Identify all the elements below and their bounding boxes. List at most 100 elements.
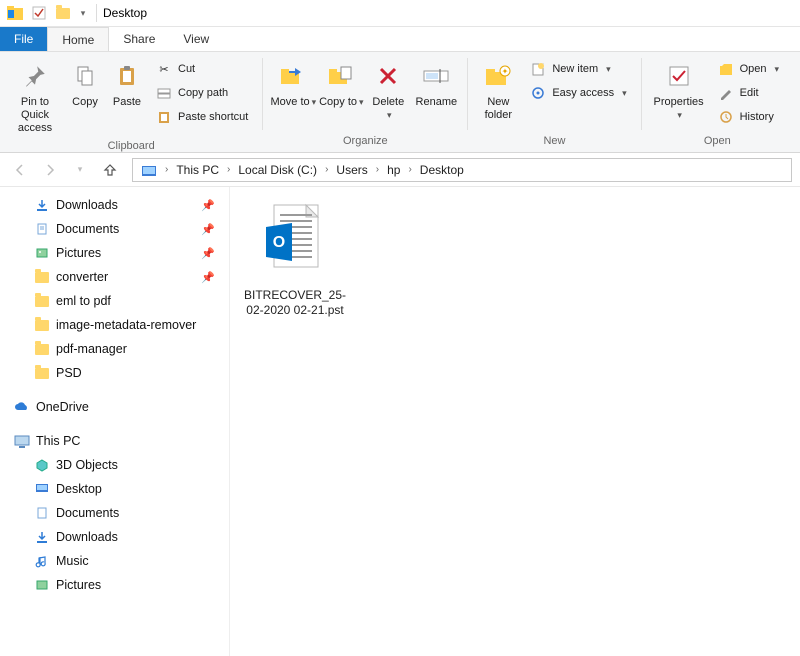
edit-button[interactable]: Edit [714,82,783,104]
onedrive-icon [14,399,30,415]
breadcrumb-segment[interactable]: hp [381,159,406,181]
copy-button[interactable]: Copy [64,56,106,113]
copy-to-button[interactable]: Copy to▾ [317,56,365,113]
new-item-icon [530,61,546,77]
breadcrumb-segment[interactable]: Local Disk (C:) [232,159,323,181]
tree-item-music[interactable]: Music [4,549,229,573]
paste-button[interactable]: Paste [106,56,148,113]
up-button[interactable] [98,158,122,182]
chevron-down-icon: ▾ [387,110,392,120]
tree-item-folder[interactable]: converter📌 [4,265,229,289]
tree-item-folder[interactable]: image-metadata-remover [4,313,229,337]
tree-item-downloads[interactable]: Downloads📌 [4,193,229,217]
open-button[interactable]: Open▾ [714,58,783,80]
chevron-down-icon: ▾ [312,97,317,107]
folder-icon [34,317,50,333]
tree-item-downloads[interactable]: Downloads [4,525,229,549]
chevron-down-icon: ▾ [622,88,627,99]
pin-icon: 📌 [201,199,215,212]
copy-path-button[interactable]: Copy path [152,82,252,104]
qat-new-folder-button[interactable] [52,2,74,24]
ribbon-group-open: Properties▾ Open▾ Edit History Open [642,52,793,152]
copy-icon [69,60,101,92]
tree-item-pictures[interactable]: Pictures [4,573,229,597]
folder-icon [34,365,50,381]
tab-view[interactable]: View [169,27,223,51]
new-folder-icon: ✦ [482,60,514,92]
chevron-right-icon[interactable]: › [225,164,232,175]
ribbon: Pin to Quick access Copy Paste ✂Cut Copy… [0,51,800,153]
file-name: BITRECOVER_25-02-2020 02-21.pst [240,288,350,318]
ribbon-group-clipboard: Pin to Quick access Copy Paste ✂Cut Copy… [0,52,262,152]
3d-objects-icon [34,457,50,473]
chevron-right-icon[interactable]: › [374,164,381,175]
chevron-right-icon[interactable]: › [323,164,330,175]
chevron-down-icon: ▾ [677,110,682,120]
pin-icon: 📌 [201,223,215,236]
music-icon [34,553,50,569]
pictures-icon [34,245,50,261]
forward-button[interactable] [38,158,62,182]
tree-item-folder[interactable]: eml to pdf [4,289,229,313]
history-button[interactable]: History [714,106,783,128]
new-folder-button[interactable]: ✦ New folder [474,56,522,126]
delete-icon [372,60,404,92]
pin-icon: 📌 [201,271,215,284]
move-to-icon [277,60,309,92]
navigation-tree[interactable]: Downloads📌 Documents📌 Pictures📌 converte… [0,187,230,656]
content-pane[interactable]: O BITRECOVER_25-02-2020 02-21.pst [230,187,800,656]
desktop-icon [34,481,50,497]
tree-item-documents[interactable]: Documents [4,501,229,525]
pin-to-quick-access-button[interactable]: Pin to Quick access [6,56,64,139]
documents-icon [34,505,50,521]
svg-text:✦: ✦ [502,67,509,76]
this-pc-icon [14,433,30,449]
copy-to-icon [325,60,357,92]
folder-icon [34,269,50,285]
chevron-right-icon[interactable]: › [163,164,170,175]
chevron-right-icon[interactable]: › [406,164,413,175]
easy-access-button[interactable]: Easy access▾ [526,82,630,104]
delete-button[interactable]: Delete▾ [365,56,411,126]
window-title: Desktop [103,6,147,20]
move-to-button[interactable]: Move to▾ [269,56,317,113]
qat-properties-button[interactable] [28,2,50,24]
tree-item-folder[interactable]: pdf-manager [4,337,229,361]
recent-locations-button[interactable]: ▾ [68,158,92,182]
tab-home[interactable]: Home [47,27,109,51]
new-item-button[interactable]: New item▾ [526,58,630,80]
quick-access-toolbar: ▾ [28,2,90,24]
properties-button[interactable]: Properties▾ [648,56,710,126]
breadcrumb-segment[interactable]: Users [330,159,373,181]
back-button[interactable] [8,158,32,182]
tree-item-desktop[interactable]: Desktop [4,477,229,501]
scissors-icon: ✂ [156,61,172,77]
tree-item-3d-objects[interactable]: 3D Objects [4,453,229,477]
file-item[interactable]: O BITRECOVER_25-02-2020 02-21.pst [240,201,350,318]
chevron-down-icon: ▾ [606,64,611,75]
breadcrumb-segment[interactable]: Desktop [414,159,470,181]
tree-item-folder[interactable]: PSD [4,361,229,385]
paste-shortcut-button[interactable]: Paste shortcut [152,106,252,128]
rename-button[interactable]: Rename [411,56,461,113]
main-area: Downloads📌 Documents📌 Pictures📌 converte… [0,187,800,656]
tree-item-pictures[interactable]: Pictures📌 [4,241,229,265]
address-bar[interactable]: › This PC › Local Disk (C:) › Users › hp… [132,158,792,182]
downloads-icon [34,197,50,213]
outlook-pst-icon: O [260,201,330,284]
chevron-down-icon: ▾ [775,64,780,75]
tree-item-onedrive[interactable]: OneDrive [4,395,229,419]
tab-share[interactable]: Share [109,27,169,51]
breadcrumb-segment[interactable]: This PC [170,159,225,181]
tree-item-this-pc[interactable]: This PC [4,429,229,453]
copy-path-icon [156,85,172,101]
tab-file[interactable]: File [0,27,47,51]
qat-customize-button[interactable]: ▾ [76,2,90,24]
ribbon-group-organize: Move to▾ Copy to▾ Delete▾ Rename Organiz… [263,52,467,152]
folder-icon [34,341,50,357]
cut-button[interactable]: ✂Cut [152,58,252,80]
pin-icon [19,60,51,92]
chevron-down-icon: ▾ [359,97,364,107]
tree-item-documents[interactable]: Documents📌 [4,217,229,241]
ribbon-tabs: File Home Share View [0,27,800,51]
